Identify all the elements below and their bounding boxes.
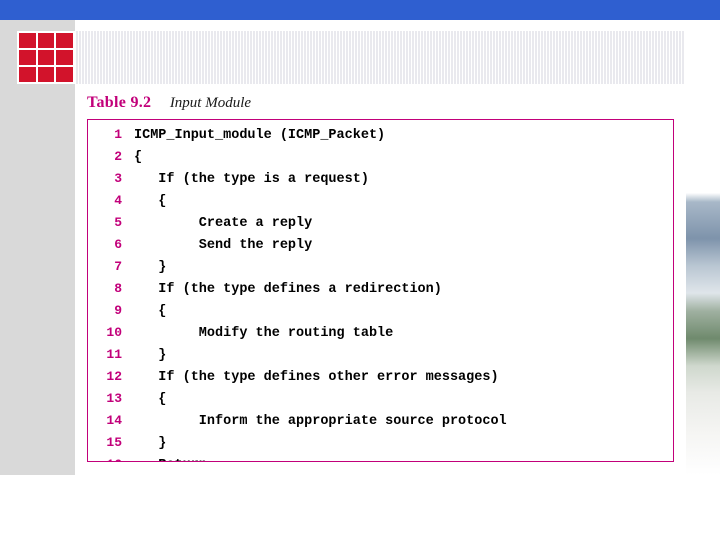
logo-square: [19, 33, 36, 48]
line-number: 3: [114, 171, 122, 186]
line-text: If (the type defines a redirection): [134, 282, 442, 297]
line-number: 1: [114, 127, 122, 142]
code-line: 15 }: [88, 435, 673, 457]
code-line: 1 ICMP_Input_module (ICMP_Packet): [88, 127, 673, 149]
code-line: 4 {: [88, 193, 673, 215]
code-line: 12 If (the type defines other error mess…: [88, 369, 673, 391]
slide-canvas: Table 9.2 Input Module 1 ICMP_Input_modu…: [0, 0, 720, 540]
logo-square: [37, 67, 55, 82]
pseudocode-box: 1 ICMP_Input_module (ICMP_Packet) 2 { 3 …: [87, 119, 674, 462]
line-text: If (the type is a request): [134, 172, 369, 187]
logo-square: [56, 50, 73, 65]
code-line: 16 Return: [88, 457, 673, 461]
code-line: 6 Send the reply: [88, 237, 673, 259]
line-text: {: [134, 304, 167, 319]
line-number: 5: [114, 215, 122, 230]
logo-square: [56, 67, 73, 82]
left-sidebar-panel: [0, 20, 75, 475]
line-number: 12: [106, 369, 122, 384]
code-line: 5 Create a reply: [88, 215, 673, 237]
logo-square: [37, 33, 55, 48]
code-line: 8 If (the type defines a redirection): [88, 281, 673, 303]
table-caption: Table 9.2 Input Module: [87, 94, 251, 112]
line-text: {: [134, 392, 167, 407]
line-number: 8: [114, 281, 122, 296]
table-label: Table 9.2: [87, 94, 152, 111]
code-line: 2 {: [88, 149, 673, 171]
logo-square: [19, 50, 36, 65]
logo-square: [56, 33, 73, 48]
code-line: 10 Modify the routing table: [88, 325, 673, 347]
logo-square: [37, 50, 55, 65]
line-number: 11: [106, 347, 122, 362]
line-number: 16: [88, 457, 134, 461]
code-line: 13 {: [88, 391, 673, 413]
line-number: 9: [114, 303, 122, 318]
line-text: Create a reply: [134, 216, 313, 231]
line-number: 2: [114, 149, 122, 164]
code-line: 7 }: [88, 259, 673, 281]
line-number: 7: [114, 259, 122, 274]
line-text: If (the type defines other error message…: [134, 370, 499, 385]
line-text: {: [134, 194, 167, 209]
right-decorative-band: [686, 20, 720, 475]
table-card: Table 9.2 Input Module 1 ICMP_Input_modu…: [75, 84, 686, 475]
top-accent-bar: [0, 0, 720, 20]
line-number: 6: [114, 237, 122, 252]
code-line: 11 }: [88, 347, 673, 369]
line-number: 4: [114, 193, 122, 208]
header-hatch-strip: [75, 31, 685, 85]
line-text: }: [134, 348, 167, 363]
code-line: 14 Inform the appropriate source protoco…: [88, 413, 673, 435]
code-line: 9 {: [88, 303, 673, 325]
line-text: Inform the appropriate source protocol: [134, 414, 507, 429]
line-number: 14: [106, 413, 122, 428]
table-title: Input Module: [169, 95, 252, 111]
line-text: ICMP_Input_module (ICMP_Packet): [134, 128, 386, 143]
code-line: 3 If (the type is a request): [88, 171, 673, 193]
line-text: }: [134, 436, 167, 451]
line-text: {: [134, 150, 143, 165]
line-text: Return: [134, 458, 207, 461]
line-number: 15: [106, 435, 122, 450]
pseudocode-lines: 1 ICMP_Input_module (ICMP_Packet) 2 { 3 …: [88, 127, 673, 461]
line-text: }: [134, 260, 167, 275]
slide-footer: Http://netwk.hannam.ac.kr HNU HANNAM UNI…: [0, 475, 720, 540]
line-number: 13: [106, 391, 122, 406]
logo-grid-icon: [17, 31, 75, 84]
line-text: Modify the routing table: [134, 326, 394, 341]
line-text: Send the reply: [134, 238, 313, 253]
line-number: 10: [106, 325, 122, 340]
logo-square: [19, 67, 36, 82]
